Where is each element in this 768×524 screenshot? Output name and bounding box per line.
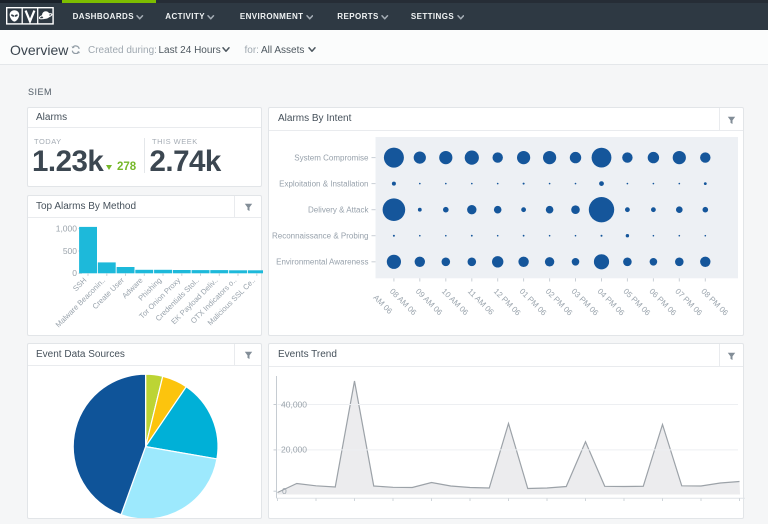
svg-text:1,000: 1,000: [56, 223, 78, 233]
svg-text:Delivery & Attack: Delivery & Attack: [308, 206, 369, 215]
svg-text:500: 500: [63, 246, 77, 256]
svg-text:0: 0: [72, 268, 77, 278]
svg-text:Environmental Awareness: Environmental Awareness: [276, 258, 368, 267]
svg-text:08 AM 06: 08 AM 06: [388, 287, 419, 318]
svg-text:0: 0: [282, 486, 287, 496]
svg-text:08 PM 06: 08 PM 06: [699, 287, 730, 318]
svg-text:Exploitation & Installation: Exploitation & Installation: [279, 179, 368, 188]
svg-text:05 PM 06: 05 PM 06: [621, 287, 652, 318]
svg-text:40,000: 40,000: [281, 399, 307, 409]
svg-text:System Compromise: System Compromise: [294, 153, 369, 162]
svg-text:AM 06: AM 06: [371, 293, 394, 316]
svg-text:07 PM 06: 07 PM 06: [673, 287, 704, 318]
svg-text:10 AM 06: 10 AM 06: [440, 287, 471, 318]
svg-text:03 PM 06: 03 PM 06: [570, 287, 601, 318]
svg-text:09 AM 06: 09 AM 06: [414, 287, 445, 318]
svg-text:01 PM 06: 01 PM 06: [518, 287, 549, 318]
svg-text:20,000: 20,000: [281, 445, 307, 455]
svg-text:Reconnaissance & Probing: Reconnaissance & Probing: [272, 232, 369, 241]
svg-text:11 AM 06: 11 AM 06: [466, 287, 496, 317]
